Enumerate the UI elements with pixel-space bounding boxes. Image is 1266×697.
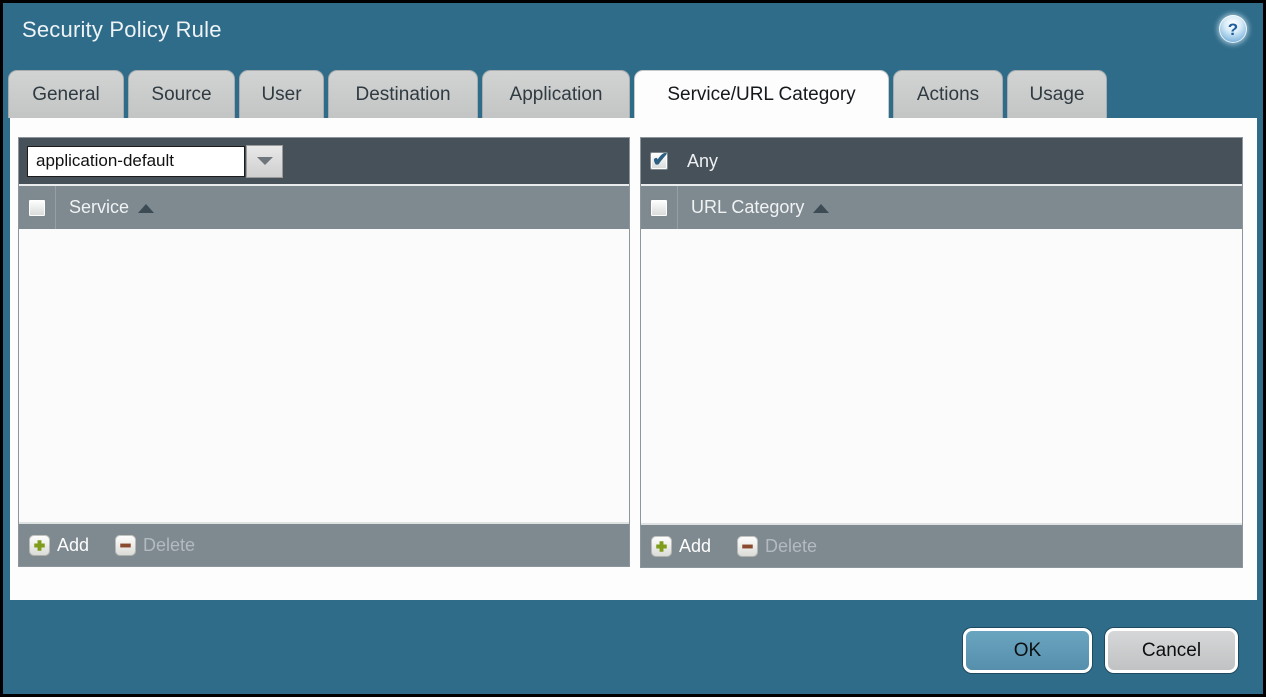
url-category-list [641,229,1242,523]
service-select-all-cell [19,186,56,229]
minus-icon [737,536,758,557]
help-icon[interactable]: ? [1219,15,1247,43]
url-category-table-header: URL Category [641,184,1242,229]
any-checkbox[interactable] [650,152,668,170]
url-category-delete-label: Delete [765,536,817,557]
url-category-any-bar: Any [641,138,1242,184]
tab-user[interactable]: User [239,70,324,118]
url-category-select-all-cell [641,186,678,229]
service-footer-bar: Add Delete [19,522,629,566]
service-delete-button[interactable]: Delete [115,535,195,556]
url-category-panel: Any URL Category [640,137,1243,568]
ok-button[interactable]: OK [963,628,1092,673]
url-category-select-all-checkbox[interactable] [650,199,668,217]
url-category-column-label: URL Category [691,197,804,218]
minus-icon [115,535,136,556]
url-category-add-button[interactable]: Add [651,536,711,557]
url-category-add-label: Add [679,536,711,557]
help-question-glyph: ? [1228,21,1238,38]
tab-general[interactable]: General [8,70,124,118]
service-delete-label: Delete [143,535,195,556]
url-category-delete-button[interactable]: Delete [737,536,817,557]
cancel-button[interactable]: Cancel [1105,628,1238,673]
service-column-header[interactable]: Service [69,197,154,218]
tab-source[interactable]: Source [128,70,235,118]
sort-ascending-icon [813,204,829,213]
any-label: Any [687,151,718,172]
tab-service-url-category[interactable]: Service/URL Category [634,70,889,118]
plus-icon [29,535,50,556]
tab-usage[interactable]: Usage [1007,70,1107,118]
tab-destination[interactable]: Destination [328,70,478,118]
service-add-label: Add [57,535,89,556]
window-frame: Security Policy Rule ? General Source Us… [0,0,1266,697]
service-dropdown-bar [19,138,629,184]
tab-application[interactable]: Application [482,70,630,118]
security-policy-rule-dialog: Security Policy Rule ? General Source Us… [3,3,1263,694]
tab-actions[interactable]: Actions [893,70,1003,118]
service-type-dropdown-button[interactable] [246,145,283,178]
service-panel: Service Add [18,137,630,567]
dialog-title: Security Policy Rule [22,17,222,43]
sort-ascending-icon [138,204,154,213]
url-category-footer-bar: Add Delete [641,523,1242,567]
chevron-down-icon [257,157,273,165]
url-category-column-header[interactable]: URL Category [691,197,829,218]
any-row: Any [641,151,718,172]
service-type-input[interactable] [27,146,245,177]
service-select-all-checkbox[interactable] [28,199,46,217]
plus-icon [651,536,672,557]
service-table-header: Service [19,184,629,229]
service-column-label: Service [69,197,129,218]
tab-content-area: Service Add [10,118,1257,600]
service-type-combobox [27,145,283,178]
service-add-button[interactable]: Add [29,535,89,556]
service-list [19,229,629,522]
tab-bar: General Source User Destination Applicat… [8,70,1107,118]
